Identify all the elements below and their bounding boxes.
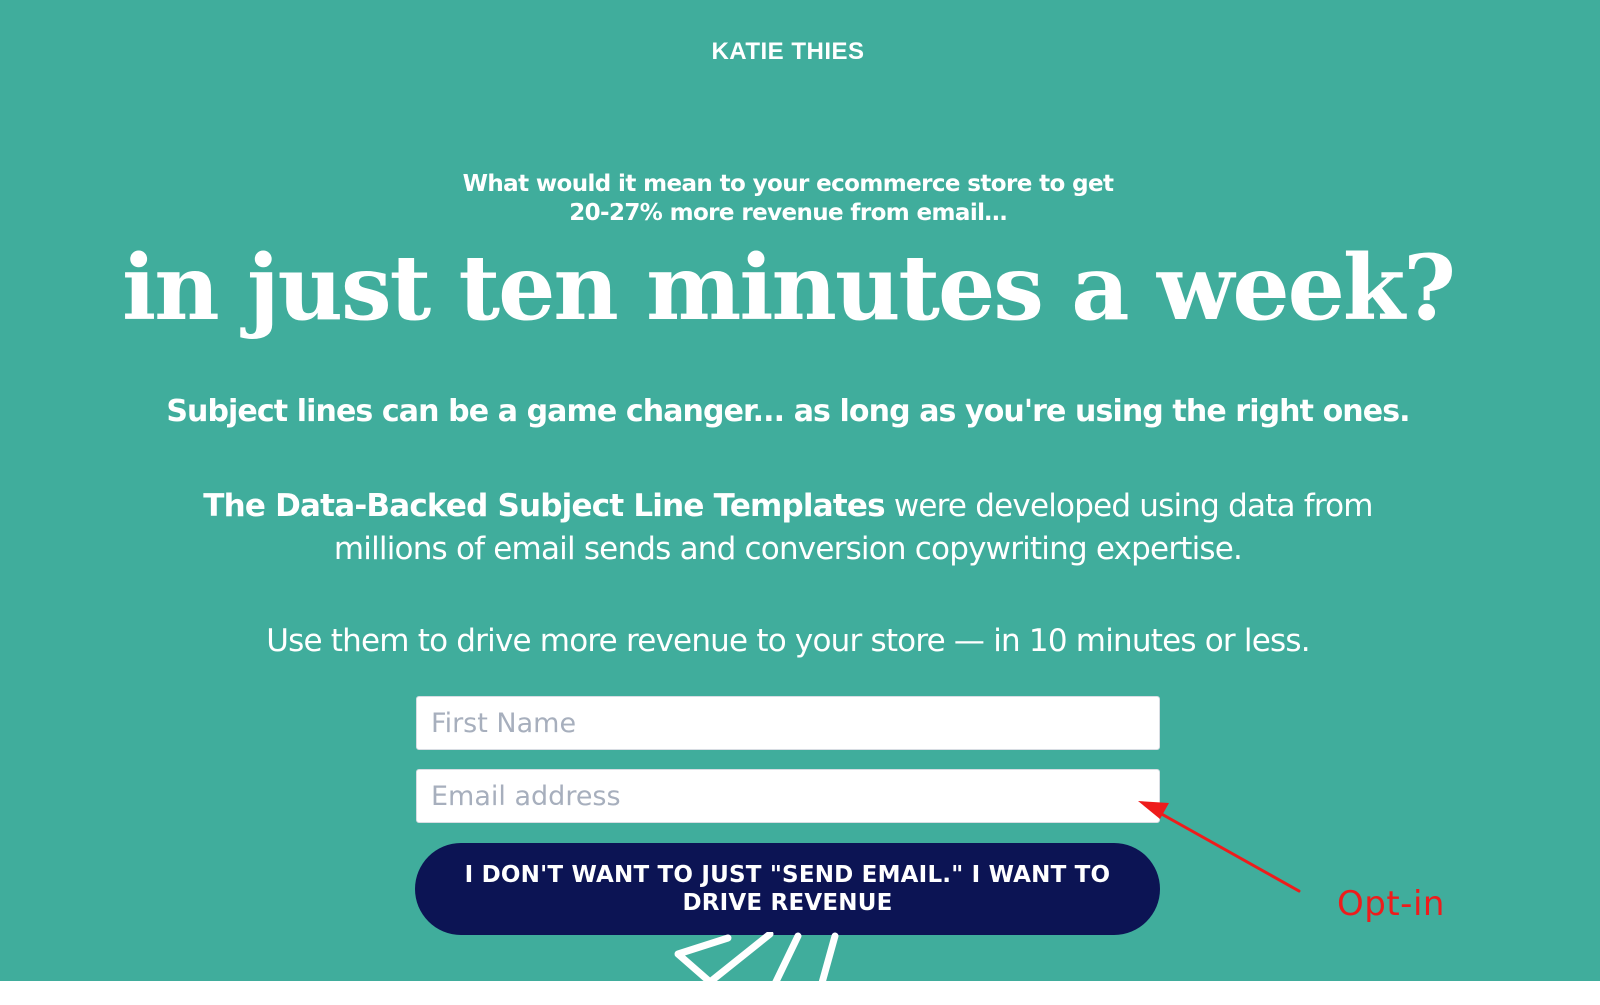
product-description: The Data-Backed Subject Line Templates w… bbox=[0, 485, 1576, 571]
product-name: The Data-Backed Subject Line Templates bbox=[203, 488, 885, 524]
first-name-input[interactable] bbox=[416, 696, 1160, 750]
opt-in-annotation: Opt-in bbox=[1337, 884, 1445, 924]
description-line-2: millions of email sends and conversion c… bbox=[333, 531, 1243, 567]
pre-headline: What would it mean to your ecommerce sto… bbox=[0, 170, 1576, 228]
email-input[interactable] bbox=[416, 769, 1160, 823]
pre-headline-line-1: What would it mean to your ecommerce sto… bbox=[462, 171, 1114, 197]
description-line-1: The Data-Backed Subject Line Templates w… bbox=[0, 485, 1576, 528]
page-headline: in just ten minutes a week? bbox=[122, 235, 1456, 341]
subheadline: Subject lines can be a game changer... a… bbox=[166, 394, 1410, 429]
description-line-1-rest: were developed using data from bbox=[884, 488, 1374, 524]
page-bottom-edge bbox=[0, 981, 1600, 1005]
usage-text: Use them to drive more revenue to your s… bbox=[266, 623, 1310, 659]
brand-name: KATIE THIES bbox=[711, 38, 865, 65]
opt-in-submit-button[interactable]: I DON'T WANT TO JUST "SEND EMAIL." I WAN… bbox=[415, 843, 1160, 935]
pre-headline-line-2: 20-27% more revenue from email… bbox=[569, 200, 1007, 226]
